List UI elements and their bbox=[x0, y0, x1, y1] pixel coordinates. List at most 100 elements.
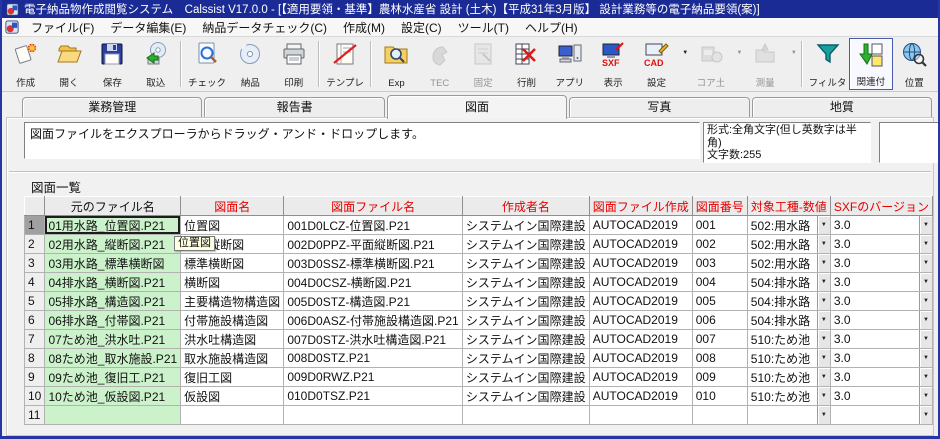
drawing-file-cell[interactable]: 003D0SSZ-標準横断図.P21 bbox=[283, 253, 463, 273]
author-cell[interactable]: システムイン国際建設 bbox=[461, 367, 590, 387]
dropdown-button[interactable]: ▼ bbox=[919, 235, 932, 253]
toolbar-button-new-document[interactable]: 作成 bbox=[4, 38, 47, 90]
drawing-file-cell[interactable]: 002D0PPZ-平面縦断図.P21 bbox=[283, 234, 463, 254]
drawing-number-cell[interactable]: 002 bbox=[691, 234, 748, 254]
author-cell[interactable]: システムイン国際建設 bbox=[461, 253, 590, 273]
dropdown-button[interactable]: ▼ bbox=[816, 349, 830, 367]
drawing-name-cell[interactable]: 主要構造物構造図 bbox=[180, 291, 285, 311]
work-type-cell[interactable]: 510:ため池 ▼ bbox=[746, 386, 831, 406]
original-filename-cell[interactable]: 05排水路_構造図.P21 bbox=[44, 291, 182, 311]
toolbar-button-print[interactable]: 印刷 bbox=[272, 38, 315, 90]
toolbar-button-template[interactable]: テンプレ bbox=[323, 38, 366, 90]
work-type-cell[interactable]: 502:用水路 ▼ bbox=[746, 215, 831, 235]
drawing-file-cell[interactable] bbox=[283, 405, 463, 425]
original-filename-cell[interactable]: 01用水路_位置図.P21 bbox=[44, 215, 182, 235]
row-number-cell[interactable]: 5 bbox=[23, 291, 46, 311]
tab-報告書[interactable]: 報告書 bbox=[204, 97, 385, 117]
toolbar-button-delivery-cd[interactable]: 納品 bbox=[229, 38, 272, 90]
dropdown-button[interactable]: ▼ bbox=[919, 216, 932, 234]
work-type-cell[interactable]: 502:用水路 ▼ bbox=[746, 234, 831, 254]
dropdown-button[interactable]: ▼ bbox=[919, 387, 932, 405]
dropdown-button[interactable]: ▼ bbox=[816, 330, 830, 348]
dropdown-button[interactable]: ▼ bbox=[816, 368, 830, 386]
row-number-cell[interactable]: 2 bbox=[23, 234, 46, 254]
work-type-cell[interactable]: 502:用水路 ▼ bbox=[746, 253, 831, 273]
dropdown-button[interactable]: ▼ bbox=[919, 292, 932, 310]
drawing-number-cell[interactable]: 009 bbox=[691, 367, 748, 387]
sxf-version-cell[interactable]: 3.0 ▼ bbox=[829, 386, 934, 406]
toolbar-button-explorer-folder[interactable]: Exp bbox=[375, 38, 418, 90]
sxf-version-cell[interactable]: 3.0 ▼ bbox=[829, 329, 934, 349]
drawing-file-cell[interactable]: 008D0STZ.P21 bbox=[283, 348, 463, 368]
row-number-cell[interactable]: 10 bbox=[23, 386, 46, 406]
drawing-file-cell[interactable]: 006D0ASZ-付帯施設構造図.P21 bbox=[283, 310, 463, 330]
drawing-drop-area[interactable]: 図面ファイルをエクスプローラからドラッグ・アンド・ドロップします。 bbox=[24, 122, 700, 159]
drawing-number-cell[interactable]: 004 bbox=[691, 272, 748, 292]
created-with-cell[interactable]: AUTOCAD2019 bbox=[588, 367, 693, 387]
dropdown-button[interactable]: ▼ bbox=[919, 311, 932, 329]
dropdown-button[interactable]: ▼ bbox=[816, 387, 830, 405]
menu-item[interactable]: 作成(M) bbox=[335, 20, 393, 36]
dropdown-button[interactable]: ▼ bbox=[919, 330, 932, 348]
drawing-number-cell[interactable]: 010 bbox=[691, 386, 748, 406]
drawing-file-cell[interactable]: 001D0LCZ-位置図.P21 bbox=[283, 215, 463, 235]
dropdown-button[interactable]: ▼ bbox=[919, 273, 932, 291]
toolbar-button-location[interactable]: 位置 bbox=[893, 38, 936, 90]
chevron-down-icon[interactable]: ▼ bbox=[682, 50, 688, 56]
original-filename-cell[interactable]: 02用水路_縦断図.P21 bbox=[44, 234, 182, 254]
dropdown-button[interactable]: ▼ bbox=[816, 311, 830, 329]
menu-item[interactable]: ファイル(F) bbox=[23, 20, 102, 36]
sxf-version-cell[interactable]: 3.0 ▼ bbox=[829, 348, 934, 368]
row-number-cell[interactable]: 9 bbox=[23, 367, 46, 387]
sxf-version-cell[interactable]: 3.0 ▼ bbox=[829, 291, 934, 311]
tab-図面[interactable]: 図面 bbox=[386, 95, 568, 119]
toolbar-button-import-cd[interactable]: 取込 bbox=[134, 38, 177, 90]
drawing-name-cell[interactable]: 取水施設構造図 bbox=[180, 348, 285, 368]
created-with-cell[interactable]: AUTOCAD2019 bbox=[588, 310, 693, 330]
drawing-name-cell[interactable]: 付帯施設構造図 bbox=[180, 310, 285, 330]
work-type-cell[interactable]: ▼ bbox=[746, 405, 831, 425]
toolbar-button-associate[interactable]: 関連付 bbox=[849, 38, 893, 90]
row-number-cell[interactable]: 7 bbox=[23, 329, 46, 349]
work-type-cell[interactable]: 504:排水路 ▼ bbox=[746, 310, 831, 330]
toolbar-button-cad-settings[interactable]: CAD 設定 ▼ bbox=[635, 38, 688, 90]
sxf-version-cell[interactable]: 3.0 ▼ bbox=[829, 272, 934, 292]
dropdown-button[interactable]: ▼ bbox=[919, 368, 932, 386]
toolbar-button-filter[interactable]: フィルタ bbox=[806, 38, 849, 90]
drawing-number-cell[interactable]: 008 bbox=[691, 348, 748, 368]
original-filename-cell[interactable]: 10ため池_仮設図.P21 bbox=[44, 386, 182, 406]
work-type-cell[interactable]: 504:排水路 ▼ bbox=[746, 291, 831, 311]
author-cell[interactable]: システムイン国際建設 bbox=[461, 348, 590, 368]
dropdown-button[interactable]: ▼ bbox=[816, 292, 830, 310]
drawing-name-cell[interactable]: 標準横断図 bbox=[180, 253, 285, 273]
drawing-number-cell[interactable]: 005 bbox=[691, 291, 748, 311]
drawing-number-cell[interactable]: 006 bbox=[691, 310, 748, 330]
original-filename-cell[interactable] bbox=[44, 405, 182, 425]
drawing-file-cell[interactable]: 010D0TSZ.P21 bbox=[283, 386, 463, 406]
work-type-cell[interactable]: 510:ため池 ▼ bbox=[746, 367, 831, 387]
drawing-name-cell[interactable]: 復旧工図 bbox=[180, 367, 285, 387]
work-type-cell[interactable]: 510:ため池 ▼ bbox=[746, 329, 831, 349]
sxf-version-cell[interactable]: 3.0 ▼ bbox=[829, 310, 934, 330]
original-filename-cell[interactable]: 06排水路_付帯図.P21 bbox=[44, 310, 182, 330]
author-cell[interactable]: システムイン国際建設 bbox=[461, 386, 590, 406]
drawing-number-cell[interactable] bbox=[691, 405, 748, 425]
created-with-cell[interactable] bbox=[588, 405, 693, 425]
row-number-cell[interactable]: 4 bbox=[23, 272, 46, 292]
toolbar-button-delete-row[interactable]: 行削 bbox=[505, 38, 548, 90]
drawing-file-cell[interactable]: 007D0STZ-洪水吐構造図.P21 bbox=[283, 329, 463, 349]
created-with-cell[interactable]: AUTOCAD2019 bbox=[588, 386, 693, 406]
drawing-number-cell[interactable]: 007 bbox=[691, 329, 748, 349]
row-number-cell[interactable]: 1 bbox=[23, 215, 46, 235]
drawing-file-cell[interactable]: 005D0STZ-構造図.P21 bbox=[283, 291, 463, 311]
row-number-cell[interactable]: 11 bbox=[23, 405, 46, 425]
sxf-version-cell[interactable]: ▼ bbox=[829, 405, 934, 425]
menu-item[interactable]: データ編集(E) bbox=[102, 20, 194, 36]
created-with-cell[interactable]: AUTOCAD2019 bbox=[588, 253, 693, 273]
author-cell[interactable]: システムイン国際建設 bbox=[461, 291, 590, 311]
sxf-version-cell[interactable]: 3.0 ▼ bbox=[829, 367, 934, 387]
dropdown-button[interactable]: ▼ bbox=[919, 349, 932, 367]
original-filename-cell[interactable]: 07ため池_洪水吐.P21 bbox=[44, 329, 182, 349]
drawing-name-cell[interactable] bbox=[180, 405, 285, 425]
menu-item[interactable]: ヘルプ(H) bbox=[517, 20, 586, 36]
